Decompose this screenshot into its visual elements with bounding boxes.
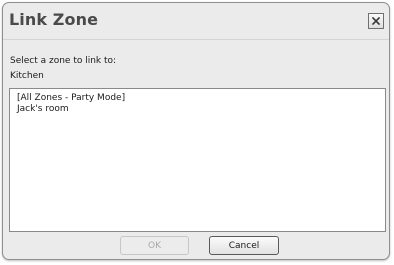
zone-list-item-jacks-room[interactable]: Jack's room: [17, 104, 385, 115]
zone-list-item-all-zones[interactable]: [All Zones - Party Mode]: [17, 93, 385, 104]
close-icon: [371, 16, 381, 26]
zone-list[interactable]: [All Zones - Party Mode] Jack's room: [9, 88, 386, 232]
close-button[interactable]: [368, 13, 384, 29]
dialog-title: Link Zone: [9, 10, 99, 29]
ok-button[interactable]: OK: [120, 236, 189, 255]
dialog-titlebar: Link Zone: [3, 3, 389, 40]
select-zone-prompt: Select a zone to link to:: [10, 56, 117, 66]
cancel-button[interactable]: Cancel: [209, 236, 279, 255]
link-zone-dialog: Link Zone Select a zone to link to: Kitc…: [2, 2, 390, 260]
current-zone-label: Kitchen: [10, 71, 44, 81]
